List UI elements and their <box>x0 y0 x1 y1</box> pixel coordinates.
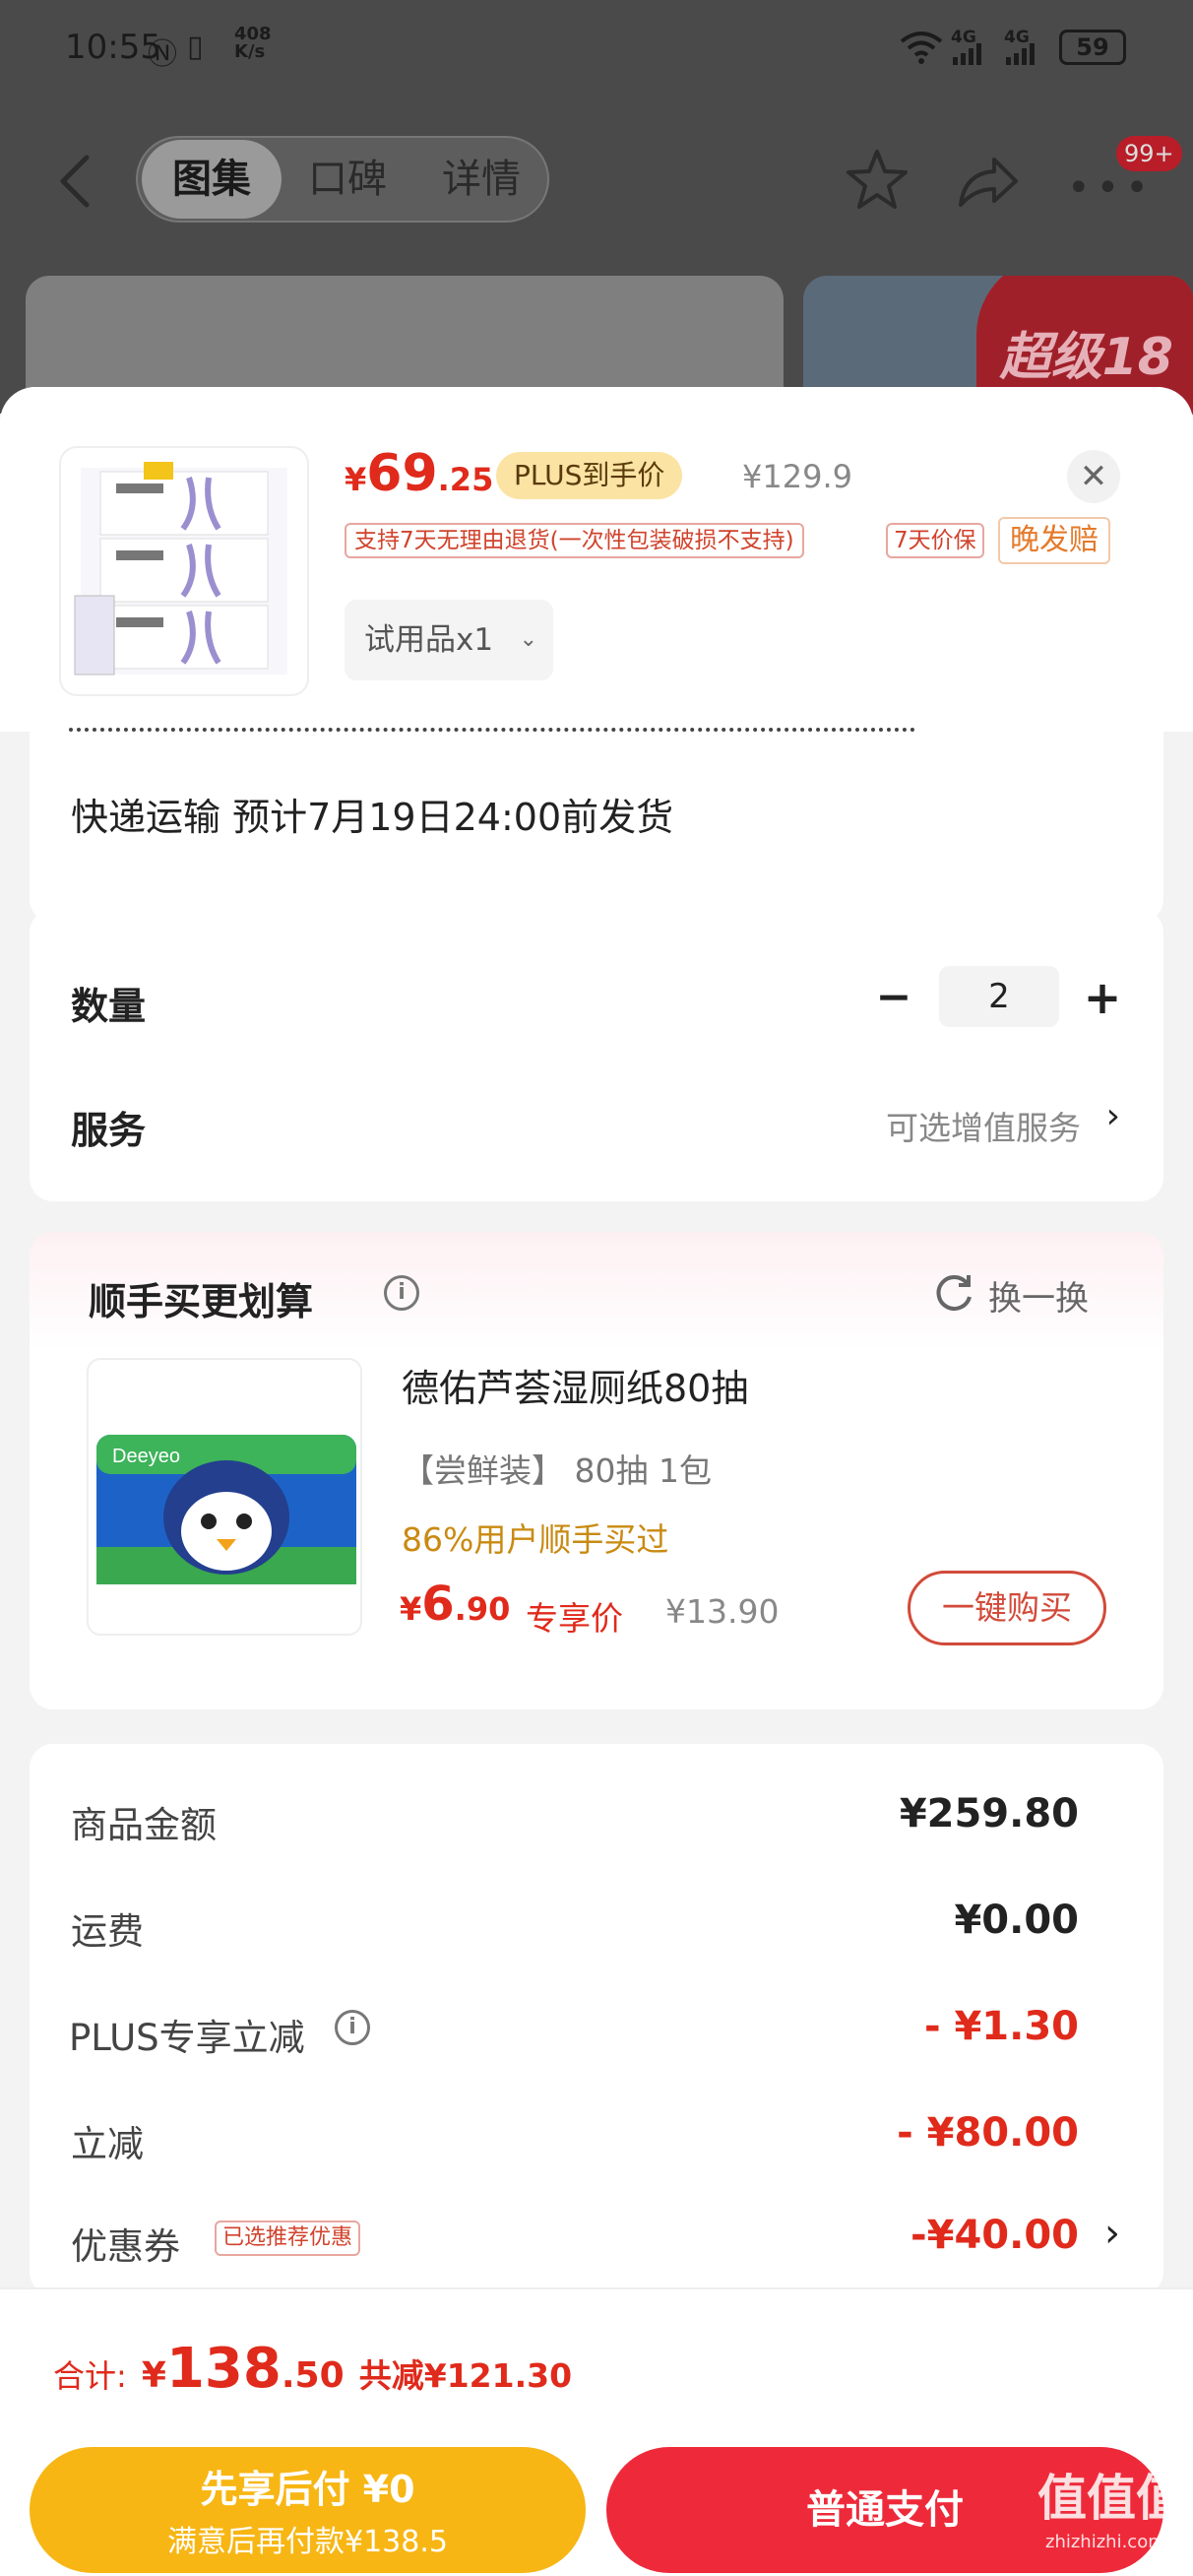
original-price: ¥129.9 <box>742 458 852 495</box>
tab-gallery[interactable]: 图集 <box>142 140 282 219</box>
promo-banner-text: 超级18 <box>999 328 1173 387</box>
shipping-estimate: 快递运输 预计7月19日24:00前发货 <box>71 796 674 839</box>
summary-label-instant-discount: 立减 <box>71 2123 144 2165</box>
svg-text:Deeyeo: Deeyeo <box>112 1446 180 1467</box>
plus-discount-info-icon[interactable]: i <box>335 2010 370 2045</box>
pay-later-button[interactable]: 先享后付 ¥0 满意后再付款¥138.5 <box>30 2447 586 2573</box>
service-selector[interactable]: 可选增值服务 › <box>30 1086 1163 1165</box>
tab-details[interactable]: 详情 <box>417 138 545 221</box>
order-total: 合计: ¥138.50 共减¥121.30 <box>53 2337 572 2401</box>
addon-title: 顺手买更划算 <box>89 1280 314 1323</box>
return-policy-tag: 支持7天无理由退货(一次性包装破损不支持) <box>345 523 804 558</box>
tab-switcher: 图集 口碑 详情 <box>136 136 549 223</box>
checkout-footer: 合计: ¥138.50 共减¥121.30 先享后付 ¥0 满意后再付款¥138… <box>0 2287 1193 2576</box>
addon-exclusive-label: 专享价 <box>526 1599 623 1638</box>
chevron-down-icon: ⌄ <box>519 627 537 652</box>
tab-reviews[interactable]: 口碑 <box>283 138 411 221</box>
info-icon[interactable]: i <box>384 1275 419 1311</box>
top-navigation: 图集 口碑 详情 ••• 99+ <box>0 118 1193 246</box>
total-label: 合计: <box>53 2357 127 2395</box>
signal-1-icon <box>953 43 981 65</box>
refresh-label: 换一换 <box>988 1279 1089 1319</box>
one-click-buy-button[interactable]: 一键购买 <box>908 1571 1106 1645</box>
summary-value-instant-discount: - ¥80.00 <box>897 2110 1079 2156</box>
close-icon[interactable]: ✕ <box>1067 450 1120 503</box>
quantity-input[interactable]: 2 <box>939 966 1059 1027</box>
notification-badge: 99+ <box>1116 136 1182 171</box>
pay-later-title: 先享后付 ¥0 <box>200 2468 415 2511</box>
coupon-recommended-tag: 已选推荐优惠 <box>215 2221 361 2256</box>
addon-product-spec: 【尝鲜装】 80抽 1包 <box>402 1451 712 1490</box>
quantity-minus-button[interactable]: − <box>872 968 915 1027</box>
sku-price: ¥69.25 <box>345 444 494 503</box>
address-line-cutoff <box>69 710 915 743</box>
watermark-url: zhizhizhi.com <box>1045 2532 1165 2552</box>
wifi-icon <box>900 32 943 64</box>
nfc-icon: Ⓝ <box>148 37 177 72</box>
vibrate-icon: ▯ <box>187 30 204 64</box>
total-int: 138 <box>165 2337 282 2401</box>
refresh-icon <box>936 1275 972 1311</box>
back-arrow-icon[interactable] <box>55 154 94 209</box>
status-bar: 10:55 Ⓝ ▯ 408 K/s 4G 4G 59 <box>0 0 1193 98</box>
pay-later-subtitle: 满意后再付款¥138.5 <box>167 2525 448 2559</box>
summary-label-shipping: 运费 <box>71 1910 144 1953</box>
coupon-chevron-right-icon: › <box>1104 2211 1120 2256</box>
addon-card: 顺手买更划算 i 换一换 Deeyeo 德佑芦荟湿厕纸80抽 【尝鲜装】 80抽… <box>30 1232 1163 1709</box>
quantity-label: 数量 <box>71 985 147 1028</box>
addon-original-price: ¥13.90 <box>665 1592 780 1631</box>
share-icon[interactable] <box>955 152 1020 211</box>
more-icon[interactable]: ••• <box>1067 165 1155 211</box>
late-delivery-tag: 晚发赔 <box>998 517 1110 564</box>
addon-social-proof: 86%用户顺手买过 <box>402 1520 669 1559</box>
service-value: 可选增值服务 <box>886 1109 1081 1147</box>
quantity-plus-button[interactable]: + <box>1081 968 1124 1027</box>
purchase-sheet: ¥69.25 PLUS到手价 ¥129.9 ✕ 支持7天无理由退货(一次性包装破… <box>0 387 1193 2576</box>
variant-label: 试用品x1 <box>364 622 494 658</box>
signal-2-icon <box>1006 43 1035 65</box>
total-symbol: ¥ <box>141 2355 166 2396</box>
coupon-row[interactable]: 优惠券 已选推荐优惠 -¥40.00 › <box>30 2197 1163 2286</box>
watermark-logo: 值值值 <box>1037 2470 1185 2527</box>
tissue-box-image <box>74 462 287 676</box>
addon-price: ¥6.90 <box>400 1577 511 1632</box>
summary-label-subtotal: 商品金额 <box>71 1804 217 1846</box>
net-speed: 408 K/s <box>234 24 272 62</box>
summary-label-coupon: 优惠券 <box>71 2225 180 2268</box>
addon-product-image[interactable]: Deeyeo <box>87 1358 362 1636</box>
total-saved: 共减¥121.30 <box>358 2356 573 2395</box>
total-dec: .50 <box>281 2355 345 2396</box>
summary-value-shipping: ¥0.00 <box>954 1898 1079 1943</box>
product-thumbnail[interactable] <box>61 448 307 694</box>
chevron-right-icon: › <box>1105 1096 1120 1136</box>
summary-value-subtotal: ¥259.80 <box>899 1791 1079 1836</box>
summary-label-plus-discount: PLUS专享立减 <box>69 2017 305 2059</box>
battery-icon: 59 <box>1059 30 1126 65</box>
summary-value-plus-discount: - ¥1.30 <box>923 2004 1079 2049</box>
quantity-service-card: 数量 − 2 + 服务 可选增值服务 › <box>30 909 1163 1201</box>
shipping-card: 快递运输 预计7月19日24:00前发货 <box>30 728 1163 923</box>
wet-wipes-image: Deeyeo <box>96 1435 356 1584</box>
price-summary-card: 商品金额 ¥259.80 运费 ¥0.00 PLUS专享立减 i - ¥1.30… <box>30 1744 1163 2295</box>
variant-selector[interactable]: 试用品x1 ⌄ <box>345 600 553 680</box>
addon-product-name[interactable]: 德佑芦荟湿厕纸80抽 <box>402 1358 748 1412</box>
summary-value-coupon: -¥40.00 <box>910 2213 1079 2258</box>
price-protect-tag: 7天价保 <box>886 523 984 558</box>
sku-header: ¥69.25 PLUS到手价 ¥129.9 ✕ 支持7天无理由退货(一次性包装破… <box>0 387 1193 732</box>
plus-price-badge: PLUS到手价 <box>496 452 683 499</box>
favorite-star-icon[interactable] <box>843 146 911 215</box>
